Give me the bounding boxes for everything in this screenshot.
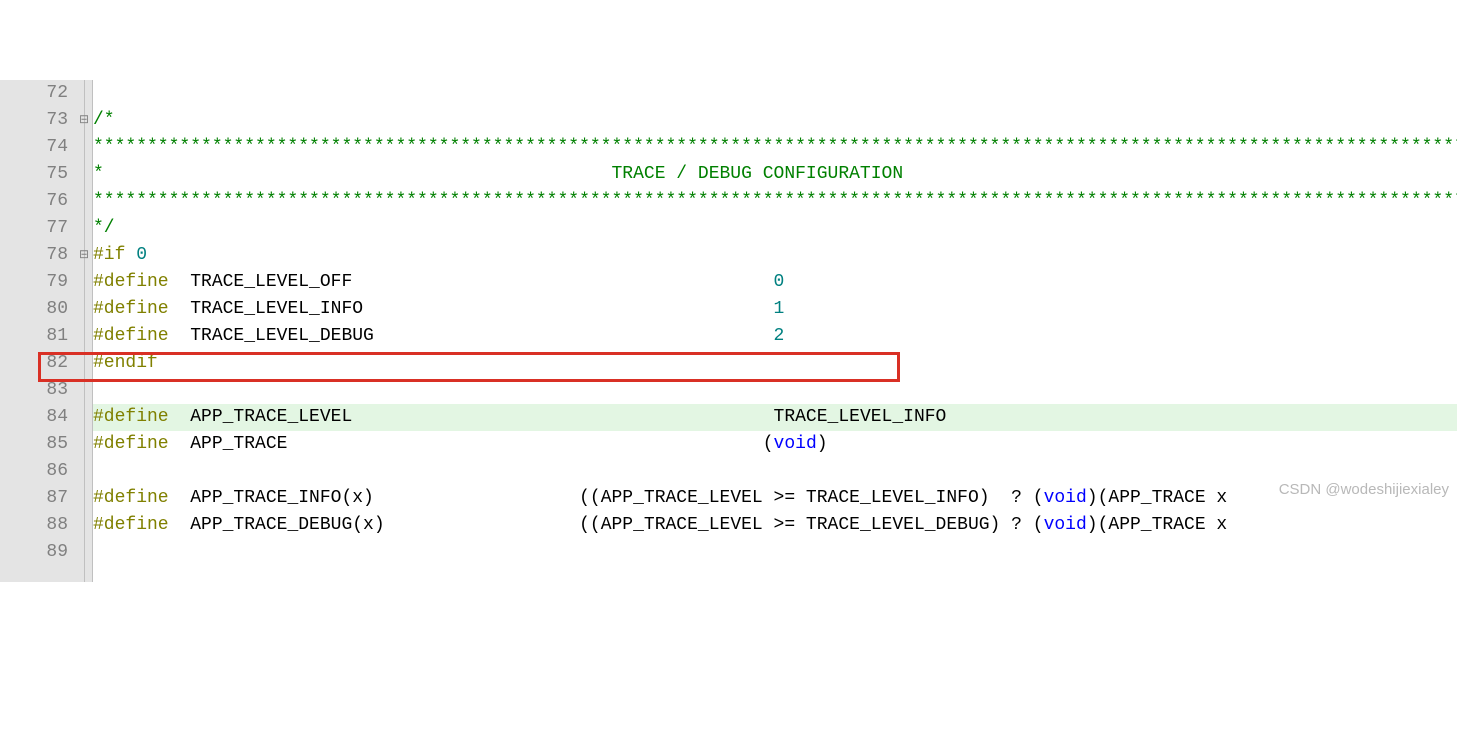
- code-token: [125, 245, 136, 265]
- code-token: void: [1044, 515, 1087, 535]
- code-editor: 727374757677787980818283848586878889 ⊟⊟ …: [0, 80, 1457, 582]
- line-number: 89: [10, 539, 68, 566]
- code-token: )(APP_TRACE x: [1087, 488, 1227, 508]
- line-number: 79: [10, 269, 68, 296]
- code-token: APP_TRACE_INFO(x) ((APP_TRACE_LEVEL >= T…: [169, 488, 1044, 508]
- code-token: #endif: [93, 353, 158, 373]
- line-number: 80: [10, 296, 68, 323]
- code-token: TRACE_LEVEL_DEBUG: [169, 326, 774, 346]
- line-number: 78: [10, 242, 68, 269]
- code-token: ****************************************…: [93, 191, 1457, 211]
- line-number: 88: [10, 512, 68, 539]
- code-token: APP_TRACE: [169, 434, 763, 454]
- line-number: 81: [10, 323, 68, 350]
- code-token: #define: [93, 299, 169, 319]
- line-number: 72: [10, 80, 68, 107]
- line-number: 87: [10, 485, 68, 512]
- code-token: #if: [93, 245, 125, 265]
- code-token: ): [817, 434, 828, 454]
- code-token: #define: [93, 407, 169, 427]
- code-token: #define: [93, 488, 169, 508]
- code-line[interactable]: [93, 377, 1457, 404]
- code-token: #define: [93, 326, 169, 346]
- code-token: 1: [774, 299, 785, 319]
- code-line[interactable]: [93, 539, 1457, 566]
- line-number: 83: [10, 377, 68, 404]
- fold-column: ⊟⊟: [78, 80, 92, 582]
- line-number: 84: [10, 404, 68, 431]
- code-token: #define: [93, 272, 169, 292]
- watermark-text: CSDN @wodeshijiexialey: [1279, 481, 1449, 498]
- code-line[interactable]: [93, 458, 1457, 485]
- code-token: )(APP_TRACE x: [1087, 515, 1227, 535]
- code-line[interactable]: #define TRACE_LEVEL_OFF 0: [93, 269, 1457, 296]
- code-line[interactable]: #if 0: [93, 242, 1457, 269]
- code-token: APP_TRACE_DEBUG(x) ((APP_TRACE_LEVEL >= …: [169, 515, 1044, 535]
- code-token: APP_TRACE_LEVEL TRACE_LEVEL_INFO: [169, 407, 947, 427]
- code-line[interactable]: ****************************************…: [93, 134, 1457, 161]
- line-number: 73: [10, 107, 68, 134]
- line-number: [10, 566, 68, 593]
- code-line[interactable]: #define APP_TRACE_LEVEL TRACE_LEVEL_INFO: [93, 404, 1457, 431]
- line-number: 76: [10, 188, 68, 215]
- line-number-gutter: 727374757677787980818283848586878889: [0, 80, 78, 582]
- fold-toggle-icon[interactable]: ⊟: [79, 107, 89, 134]
- code-token: #define: [93, 515, 169, 535]
- fold-guideline: [84, 80, 85, 582]
- code-token: */: [93, 218, 115, 238]
- code-line[interactable]: #define APP_TRACE_DEBUG(x) ((APP_TRACE_L…: [93, 512, 1457, 539]
- line-number: 74: [10, 134, 68, 161]
- code-line[interactable]: */: [93, 215, 1457, 242]
- code-token: 2: [774, 326, 785, 346]
- code-token: 0: [136, 245, 147, 265]
- code-line[interactable]: /*: [93, 107, 1457, 134]
- code-token: /*: [93, 110, 115, 130]
- code-line[interactable]: * TRACE / DEBUG CONFIGURATION: [93, 161, 1457, 188]
- line-number: 85: [10, 431, 68, 458]
- code-line[interactable]: #endif: [93, 350, 1457, 377]
- code-token: (: [763, 434, 774, 454]
- code-line[interactable]: [93, 80, 1457, 107]
- line-number: 82: [10, 350, 68, 377]
- code-line[interactable]: #define APP_TRACE (void): [93, 431, 1457, 458]
- fold-toggle-icon[interactable]: ⊟: [79, 242, 89, 269]
- code-line[interactable]: [93, 566, 1457, 582]
- code-line[interactable]: #define APP_TRACE_INFO(x) ((APP_TRACE_LE…: [93, 485, 1457, 512]
- code-token: ****************************************…: [93, 137, 1457, 157]
- code-line[interactable]: #define TRACE_LEVEL_DEBUG 2: [93, 323, 1457, 350]
- line-number: 75: [10, 161, 68, 188]
- code-line[interactable]: ****************************************…: [93, 188, 1457, 215]
- code-token: TRACE_LEVEL_OFF: [169, 272, 774, 292]
- code-token: 0: [774, 272, 785, 292]
- code-token: TRACE_LEVEL_INFO: [169, 299, 774, 319]
- code-token: void: [774, 434, 817, 454]
- code-token: void: [1044, 488, 1087, 508]
- code-line[interactable]: #define TRACE_LEVEL_INFO 1: [93, 296, 1457, 323]
- code-area[interactable]: /* **************************************…: [92, 80, 1457, 582]
- code-token: * TRACE / DEBUG CONFIGURATION: [93, 164, 903, 184]
- line-number: 77: [10, 215, 68, 242]
- code-token: #define: [93, 434, 169, 454]
- line-number: 86: [10, 458, 68, 485]
